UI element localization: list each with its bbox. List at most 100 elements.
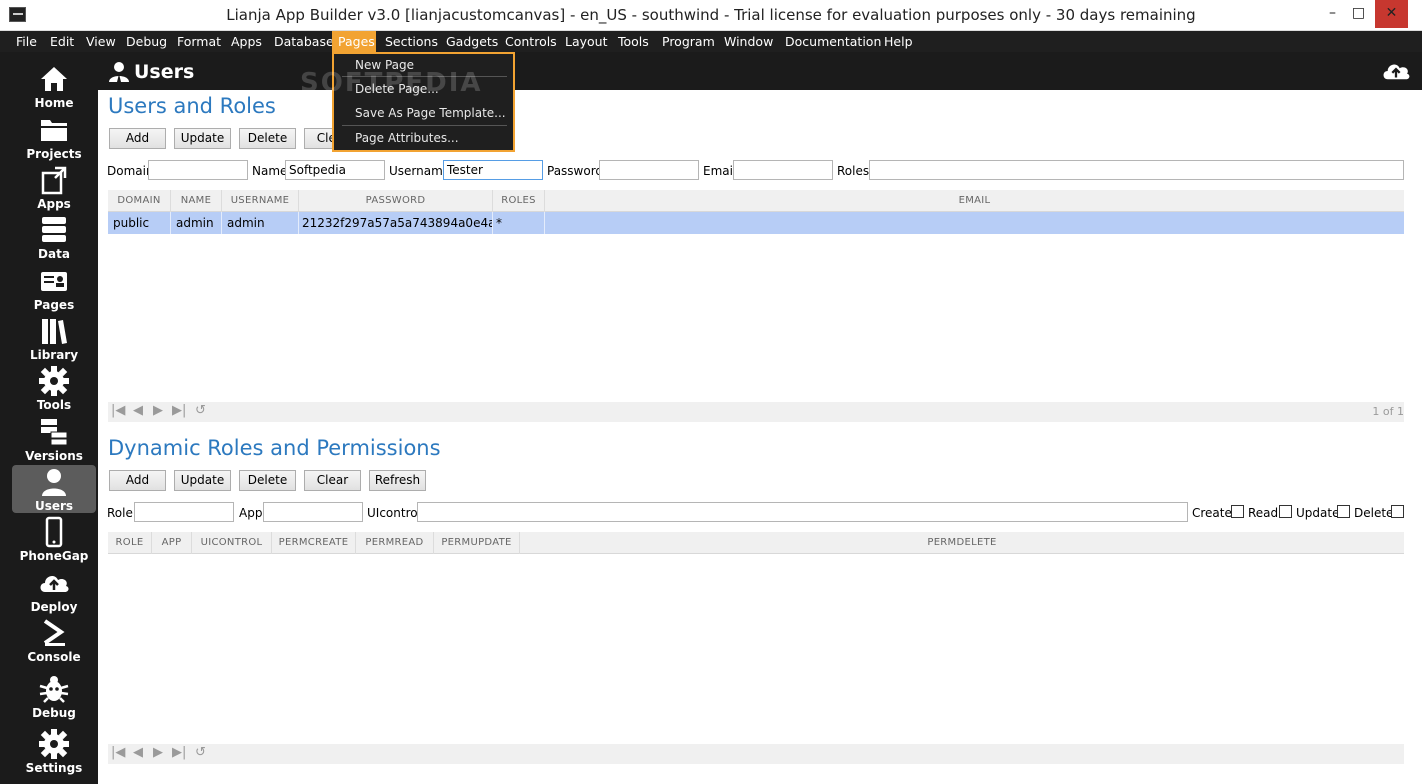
password-field[interactable] <box>599 160 699 180</box>
update-checkbox[interactable] <box>1337 505 1350 518</box>
add-role-button[interactable]: Add <box>109 470 166 491</box>
sidebar-item-data[interactable]: Data <box>12 213 96 261</box>
update-user-button[interactable]: Update <box>174 128 231 149</box>
sidebar-item-deploy[interactable]: Deploy <box>12 566 96 614</box>
column-app[interactable]: APP <box>152 532 192 554</box>
menu-documentation[interactable]: Documentation <box>779 31 887 52</box>
sidebar-item-phonegap[interactable]: PhoneGap <box>12 515 96 563</box>
app-field[interactable] <box>263 502 363 522</box>
users-grid-header: DOMAIN NAME USERNAME PASSWORD ROLES EMAI… <box>108 190 1404 212</box>
roles-label: Roles <box>837 164 870 178</box>
menu-view[interactable]: View <box>80 31 122 52</box>
column-email[interactable]: EMAIL <box>545 190 1404 212</box>
prev-page-button[interactable]: ◀ <box>133 403 143 418</box>
menu-gadgets[interactable]: Gadgets <box>440 31 504 52</box>
sidebar-item-label: Apps <box>37 197 71 211</box>
sidebar-item-home[interactable]: Home <box>12 62 96 110</box>
uicontrol-field[interactable] <box>417 502 1188 522</box>
close-button[interactable]: ✕ <box>1375 0 1408 28</box>
menu-controls[interactable]: Controls <box>499 31 563 52</box>
sidebar-item-users[interactable]: Users <box>12 465 96 513</box>
last-page-button[interactable]: ▶| <box>172 403 186 418</box>
menu-help[interactable]: Help <box>878 31 919 52</box>
delete-checkbox[interactable] <box>1391 505 1404 518</box>
refresh-icon[interactable]: ↺ <box>195 745 206 760</box>
sidebar-item-projects[interactable]: Projects <box>12 113 96 161</box>
sidebar-item-pages[interactable]: Pages <box>12 264 96 312</box>
column-name[interactable]: NAME <box>171 190 222 212</box>
menu-database[interactable]: Database <box>268 31 340 52</box>
menu-program[interactable]: Program <box>656 31 721 52</box>
menu-window[interactable]: Window <box>718 31 779 52</box>
domain-field[interactable] <box>148 160 248 180</box>
last-page-button[interactable]: ▶| <box>172 745 186 760</box>
user-icon <box>108 61 130 86</box>
delete-role-button[interactable]: Delete <box>239 470 296 491</box>
menu-layout[interactable]: Layout <box>559 31 614 52</box>
menu-format[interactable]: Format <box>171 31 227 52</box>
roles-grid-header: ROLE APP UICONTROL PERMCREATE PERMREAD P… <box>108 532 1404 554</box>
clear-role-button[interactable]: Clear <box>304 470 361 491</box>
prev-page-button[interactable]: ◀ <box>133 745 143 760</box>
refresh-button[interactable]: Refresh <box>369 470 426 491</box>
table-row[interactable]: public admin admin 21232f297a57a5a743894… <box>108 212 1404 234</box>
bug-icon <box>12 674 96 704</box>
sidebar-item-console[interactable]: Console <box>12 616 96 664</box>
sidebar-item-apps[interactable]: Apps <box>12 163 96 211</box>
delete-user-button[interactable]: Delete <box>239 128 296 149</box>
next-page-button[interactable]: ▶ <box>153 745 163 760</box>
sidebar-item-settings[interactable]: Settings <box>12 727 96 775</box>
column-password[interactable]: PASSWORD <box>299 190 493 212</box>
column-role[interactable]: ROLE <box>108 532 152 554</box>
sidebar-item-label: Tools <box>36 398 72 412</box>
column-domain[interactable]: DOMAIN <box>108 190 171 212</box>
add-user-button[interactable]: Add <box>109 128 166 149</box>
create-label: Create <box>1192 506 1232 520</box>
column-roles[interactable]: ROLES <box>493 190 545 212</box>
column-permupdate[interactable]: PERMUPDATE <box>434 532 520 554</box>
roles-section-title: Dynamic Roles and Permissions <box>108 436 441 460</box>
sidebar-item-debug[interactable]: Debug <box>12 672 96 720</box>
sidebar-item-label: Deploy <box>30 600 78 614</box>
menu-apps[interactable]: Apps <box>225 31 268 52</box>
name-field[interactable]: Softpedia <box>285 160 385 180</box>
read-label: Read <box>1248 506 1279 520</box>
menu-debug[interactable]: Debug <box>120 31 173 52</box>
column-permdelete[interactable]: PERMDELETE <box>520 532 1404 554</box>
update-role-button[interactable]: Update <box>174 470 231 491</box>
refresh-icon[interactable]: ↺ <box>195 403 206 418</box>
maximize-button[interactable]: □ <box>1342 0 1375 28</box>
read-checkbox[interactable] <box>1279 505 1292 518</box>
sidebar-item-library[interactable]: Library <box>12 314 96 362</box>
column-uicontrol[interactable]: UICONTROL <box>192 532 272 554</box>
create-checkbox[interactable] <box>1231 505 1244 518</box>
title-bar: Lianja App Builder v3.0 [lianjacustomcan… <box>0 0 1422 31</box>
menu-item-save-as-template[interactable]: Save As Page Template... <box>355 106 506 120</box>
first-page-button[interactable]: |◀ <box>111 403 125 418</box>
email-label: Email <box>703 164 737 178</box>
menu-edit[interactable]: Edit <box>44 31 80 52</box>
cell-name: admin <box>171 212 222 234</box>
sidebar-item-tools[interactable]: Tools <box>12 364 96 412</box>
column-username[interactable]: USERNAME <box>222 190 299 212</box>
username-label: Username <box>389 164 451 178</box>
cell-username: admin <box>222 212 299 234</box>
sidebar-item-versions[interactable]: Versions <box>12 415 96 463</box>
menu-sections[interactable]: Sections <box>379 31 444 52</box>
role-field[interactable] <box>134 502 234 522</box>
watermark: SOFTPEDIA <box>300 68 483 98</box>
menu-pages[interactable]: Pages <box>332 31 376 52</box>
email-field[interactable] <box>733 160 833 180</box>
menu-bar: File Edit View Debug Format Apps Databas… <box>0 31 1422 52</box>
menu-item-page-attributes[interactable]: Page Attributes... <box>355 131 459 145</box>
first-page-button[interactable]: |◀ <box>111 745 125 760</box>
column-permcreate[interactable]: PERMCREATE <box>272 532 356 554</box>
menu-tools[interactable]: Tools <box>612 31 655 52</box>
menu-file[interactable]: File <box>10 31 43 52</box>
phone-icon <box>12 516 96 548</box>
cloud-upload-icon[interactable] <box>1380 59 1412 86</box>
username-field[interactable]: Tester <box>443 160 543 180</box>
next-page-button[interactable]: ▶ <box>153 403 163 418</box>
roles-field[interactable] <box>869 160 1404 180</box>
column-permread[interactable]: PERMREAD <box>356 532 434 554</box>
